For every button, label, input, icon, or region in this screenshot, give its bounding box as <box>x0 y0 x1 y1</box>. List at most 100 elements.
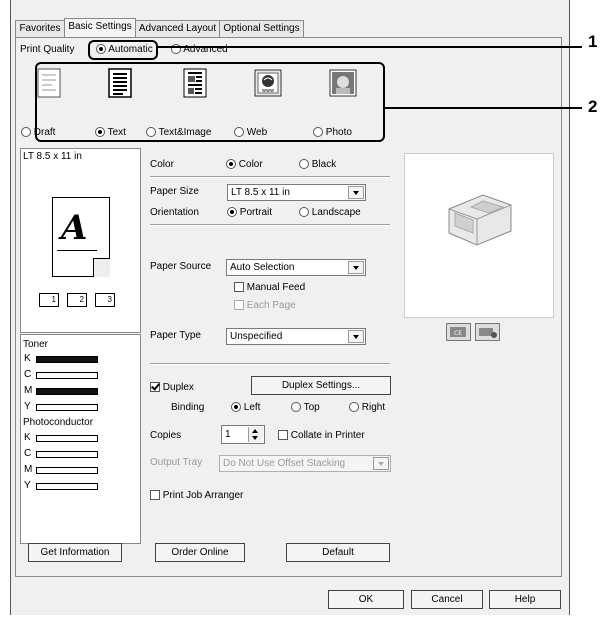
black-option-label: Black <box>311 159 337 170</box>
toner-m-bar <box>36 388 98 395</box>
portrait-label: Portrait <box>239 207 273 218</box>
preview-baseline <box>57 250 97 251</box>
each-page-checkbox: Each Page <box>234 300 296 312</box>
paper-type-label: Paper Type <box>150 330 201 341</box>
tab-optional-settings[interactable]: Optional Settings <box>219 20 304 37</box>
order-online-button[interactable]: Order Online <box>155 543 245 562</box>
paper-size-select[interactable]: LT 8.5 x 11 in <box>227 184 366 201</box>
binding-left-radio[interactable]: Left <box>231 402 260 414</box>
paper-size-label: Paper Size <box>150 186 199 197</box>
preview-page-3: 3 <box>95 293 115 307</box>
print-job-arranger-checkbox[interactable]: Print Job Arranger <box>150 490 243 502</box>
each-page-label: Each Page <box>246 300 296 311</box>
toner-k-label: K <box>24 353 31 364</box>
preview-paper-label: LT 8.5 x 11 in <box>23 151 82 162</box>
color-option-label: Color <box>238 159 263 170</box>
duplex-check <box>150 382 160 393</box>
toner-y-label: Y <box>24 401 31 412</box>
draft-radio-dot <box>21 127 31 138</box>
pc-k-label: K <box>24 432 31 443</box>
status-monitor-icon[interactable]: CE <box>446 323 471 341</box>
spinner-arrows-icon[interactable] <box>248 427 263 442</box>
output-tray-select: Do Not Use Offset Stacking <box>219 455 391 472</box>
tab-favorites[interactable]: Favorites <box>15 20 65 37</box>
print-quality-label: Print Quality <box>20 44 75 55</box>
color-radio-dot <box>226 159 236 170</box>
tab-basic-settings[interactable]: Basic Settings <box>64 18 136 37</box>
toner-y-bar <box>36 404 98 411</box>
pc-c-label: C <box>24 448 32 459</box>
color-radio[interactable]: Color <box>226 159 263 171</box>
callout-number-2: 2 <box>588 97 598 116</box>
binding-left-label: Left <box>243 402 261 413</box>
pc-y-bar <box>36 483 98 490</box>
default-button[interactable]: Default <box>286 543 390 562</box>
landscape-radio-dot <box>299 207 309 218</box>
binding-right-dot <box>349 402 359 413</box>
copies-label: Copies <box>150 430 182 441</box>
layout-preview: LT 8.5 x 11 in A 1 2 3 <box>20 148 141 333</box>
collate-check <box>278 430 288 441</box>
binding-label: Binding <box>171 402 205 413</box>
preview-page-2: 2 <box>67 293 87 307</box>
black-radio[interactable]: Black <box>299 159 336 171</box>
binding-right-label: Right <box>361 402 386 413</box>
binding-right-radio[interactable]: Right <box>349 402 385 414</box>
chevron-down-icon <box>373 457 389 470</box>
callout-line-2 <box>385 107 582 109</box>
binding-top-dot <box>291 402 301 413</box>
collate-checkbox[interactable]: Collate in Printer <box>278 430 365 442</box>
black-radio-dot <box>299 159 309 170</box>
copies-spinner[interactable]: 1 <box>221 425 265 444</box>
svg-text:CE: CE <box>454 330 462 337</box>
pc-y-label: Y <box>24 480 31 491</box>
duplex-label: Duplex <box>162 382 194 393</box>
preview-fold-corner <box>93 258 110 277</box>
pc-c-bar <box>36 451 98 458</box>
callout-box-1 <box>88 40 158 60</box>
pc-k-bar <box>36 435 98 442</box>
landscape-radio[interactable]: Landscape <box>299 207 361 219</box>
chevron-down-icon <box>348 186 364 199</box>
output-tray-value: Do Not Use Offset Stacking <box>223 458 346 469</box>
pc-m-label: M <box>24 464 33 475</box>
portrait-radio-dot <box>227 207 237 218</box>
binding-left-dot <box>231 402 241 413</box>
toner-c-bar <box>36 372 98 379</box>
help-button[interactable]: Help <box>489 590 561 609</box>
toner-label: Toner <box>23 339 49 350</box>
callout-number-1: 1 <box>588 32 598 51</box>
separator <box>150 176 390 178</box>
chevron-down-icon <box>348 330 364 343</box>
paper-type-value: Unspecified <box>230 331 283 342</box>
paper-source-value: Auto Selection <box>230 262 295 273</box>
consumables-status: Toner K C M Y Photoconductor K C M Y <box>20 334 141 544</box>
paper-source-select[interactable]: Auto Selection <box>226 259 366 276</box>
output-tray-label: Output Tray <box>150 457 203 468</box>
printer-settings-icon[interactable] <box>475 323 500 341</box>
preview-page-1: 1 <box>39 293 59 307</box>
callout-line-1 <box>158 46 582 48</box>
cancel-button[interactable]: Cancel <box>411 590 483 609</box>
toner-k-bar <box>36 356 98 363</box>
toner-m-label: M <box>24 385 33 396</box>
duplex-checkbox[interactable]: Duplex <box>150 382 194 394</box>
preview-page-order: 1 2 3 <box>39 291 129 309</box>
binding-top-radio[interactable]: Top <box>291 402 320 414</box>
printer-icon <box>448 194 512 246</box>
paper-type-select[interactable]: Unspecified <box>226 328 366 345</box>
duplex-settings-button[interactable]: Duplex Settings... <box>251 376 391 395</box>
binding-top-label: Top <box>303 402 320 413</box>
separator <box>150 224 390 226</box>
orientation-label: Orientation <box>150 207 199 218</box>
tab-advanced-layout[interactable]: Advanced Layout <box>135 20 220 37</box>
paper-source-label: Paper Source <box>150 261 212 272</box>
preview-page: A <box>52 197 110 277</box>
paper-size-value: LT 8.5 x 11 in <box>231 187 290 198</box>
get-information-button[interactable]: Get Information <box>28 543 122 562</box>
copies-value: 1 <box>225 429 231 440</box>
portrait-radio[interactable]: Portrait <box>227 207 272 219</box>
each-page-check <box>234 300 244 311</box>
manual-feed-checkbox[interactable]: Manual Feed <box>234 282 305 294</box>
ok-button[interactable]: OK <box>328 590 404 609</box>
